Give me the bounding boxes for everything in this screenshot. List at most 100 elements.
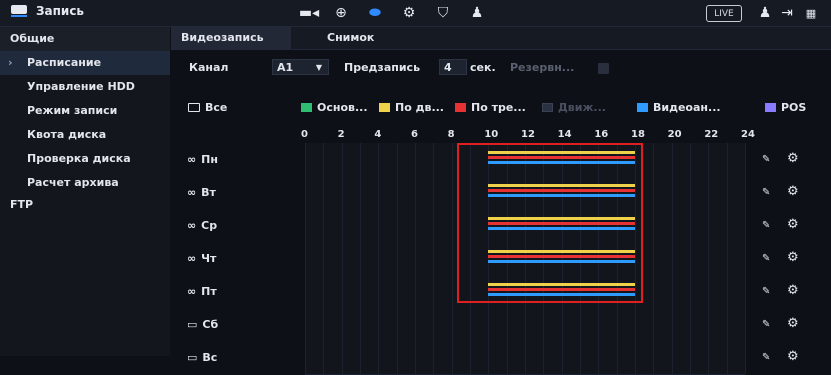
- gear-icon[interactable]: ⚙: [787, 349, 799, 364]
- legend-item-general[interactable]: Основ...: [301, 101, 368, 114]
- top-bar: Запись ▬◂ ⊕ ⬬ ⚙ ⛉ ♟ LIVE ♟ ⇥ ▦: [0, 0, 831, 27]
- day-label[interactable]: ∞ Пт: [187, 285, 217, 298]
- hdd-icon[interactable]: ⬬: [364, 3, 386, 23]
- gear-icon[interactable]: ⚙: [787, 217, 799, 232]
- hour-gridline: [635, 341, 636, 374]
- legend-item-video-analytics[interactable]: Видеоан...: [637, 101, 721, 114]
- edit-icon[interactable]: ✎: [762, 286, 770, 297]
- camera-icon[interactable]: ▬◂: [298, 3, 320, 23]
- sidebar-item-schedule[interactable]: Расписание: [0, 51, 170, 75]
- hour-gridline: [360, 176, 361, 209]
- legend-item-pos[interactable]: POS: [765, 101, 806, 114]
- link-icon: ∞: [187, 252, 197, 265]
- gear-icon[interactable]: ⚙: [787, 184, 799, 199]
- hour-gridline: [433, 275, 435, 308]
- edit-icon[interactable]: ✎: [762, 187, 770, 198]
- edit-icon[interactable]: ✎: [762, 253, 770, 264]
- edit-icon[interactable]: ✎: [762, 154, 770, 165]
- hour-gridline: [451, 209, 453, 242]
- hour-gridline: [726, 308, 728, 341]
- axis-tick-label: 8: [447, 129, 455, 140]
- hour-gridline: [690, 308, 691, 341]
- edit-icon[interactable]: ✎: [762, 352, 770, 363]
- tab-snapshot[interactable]: Снимок: [317, 27, 384, 49]
- hour-gridline: [415, 242, 416, 275]
- hour-gridline: [451, 176, 453, 209]
- hour-gridline: [580, 308, 581, 341]
- hour-gridline: [451, 308, 453, 341]
- sidebar-item-archive-calc[interactable]: Расчет архива: [0, 171, 170, 195]
- reserve-checkbox[interactable]: [598, 63, 609, 74]
- hour-gridline: [635, 308, 636, 341]
- hour-gridline: [451, 341, 453, 374]
- hour-gridline: [378, 143, 380, 176]
- record-icon: [10, 4, 28, 18]
- live-button[interactable]: LIVE: [706, 5, 742, 22]
- gear-icon[interactable]: ⚙: [787, 151, 799, 166]
- user-icon[interactable]: ♟: [754, 3, 776, 23]
- hour-gridline: [415, 275, 416, 308]
- gear-icon[interactable]: ⚙: [787, 250, 799, 265]
- day-label[interactable]: ∞ Чт: [187, 252, 216, 265]
- edit-icon[interactable]: ✎: [762, 220, 770, 231]
- channel-value: A1: [277, 61, 294, 74]
- legend-all[interactable]: Все: [188, 101, 227, 114]
- sidebar-item-disk-check[interactable]: Проверка диска: [0, 147, 170, 171]
- axis-tick-label: 6: [411, 129, 418, 140]
- hour-gridline: [415, 341, 416, 374]
- day-timeline[interactable]: [305, 341, 746, 375]
- tab-video-record[interactable]: Видеозапись: [171, 27, 291, 49]
- logout-icon[interactable]: ⇥: [776, 3, 798, 23]
- hour-gridline: [323, 209, 325, 242]
- hour-gridline: [671, 143, 673, 176]
- axis-tick-label: 2: [337, 129, 345, 140]
- hour-gridline: [396, 308, 398, 341]
- edit-icon[interactable]: ✎: [762, 319, 770, 330]
- sidebar-item-record-mode[interactable]: Режим записи: [0, 99, 170, 123]
- hour-gridline: [653, 176, 655, 209]
- channel-select[interactable]: A1 ▼: [272, 59, 329, 75]
- day-label-text: Вс: [202, 351, 218, 364]
- legend-item-motion[interactable]: По дв...: [379, 101, 444, 114]
- hour-gridline: [378, 242, 380, 275]
- sidebar-item-ftp[interactable]: FTP: [0, 195, 170, 215]
- day-label[interactable]: ▭ Вс: [187, 351, 217, 364]
- hour-gridline: [488, 308, 490, 341]
- day-label[interactable]: ∞ Вт: [187, 186, 216, 199]
- sidebar-item-quota[interactable]: Квота диска: [0, 123, 170, 147]
- settings-icon[interactable]: ⚙: [398, 3, 420, 23]
- hour-gridline: [726, 209, 728, 242]
- hour-gridline: [305, 341, 306, 374]
- hour-gridline: [433, 143, 435, 176]
- app-title: Запись: [10, 4, 84, 18]
- gear-icon[interactable]: ⚙: [787, 316, 799, 331]
- day-label[interactable]: ∞ Ср: [187, 219, 217, 232]
- grid-icon[interactable]: ▦: [800, 3, 822, 23]
- day-label[interactable]: ∞ Пн: [187, 153, 218, 166]
- legend-item-alarm[interactable]: По тре...: [455, 101, 526, 114]
- hour-gridline: [433, 242, 435, 275]
- hour-gridline: [323, 308, 325, 341]
- globe-icon[interactable]: ⊕: [330, 3, 352, 23]
- day-timeline[interactable]: [305, 308, 746, 342]
- hour-gridline: [671, 341, 673, 374]
- hour-gridline: [433, 341, 435, 374]
- sidebar-item-general[interactable]: Общие: [0, 27, 170, 51]
- shield-icon[interactable]: ⛉: [432, 3, 454, 23]
- legend-item-movement[interactable]: Движ...: [542, 101, 606, 114]
- hour-gridline: [305, 209, 306, 242]
- day-label[interactable]: ▭ Сб: [187, 318, 218, 331]
- user-settings-icon[interactable]: ♟: [466, 3, 488, 23]
- legend-swatch: [379, 103, 390, 112]
- prerecord-input[interactable]: 4: [439, 59, 467, 75]
- hour-gridline: [671, 275, 673, 308]
- hour-gridline: [488, 341, 490, 374]
- legend-label: Видеоан...: [653, 101, 721, 114]
- tab-bar: Видеозапись Снимок: [171, 27, 831, 50]
- hour-gridline: [451, 275, 453, 308]
- hour-gridline: [470, 308, 471, 341]
- hour-gridline: [378, 209, 380, 242]
- sidebar-item-hdd[interactable]: Управление HDD: [0, 75, 170, 99]
- gear-icon[interactable]: ⚙: [787, 283, 799, 298]
- legend-label: POS: [781, 101, 807, 114]
